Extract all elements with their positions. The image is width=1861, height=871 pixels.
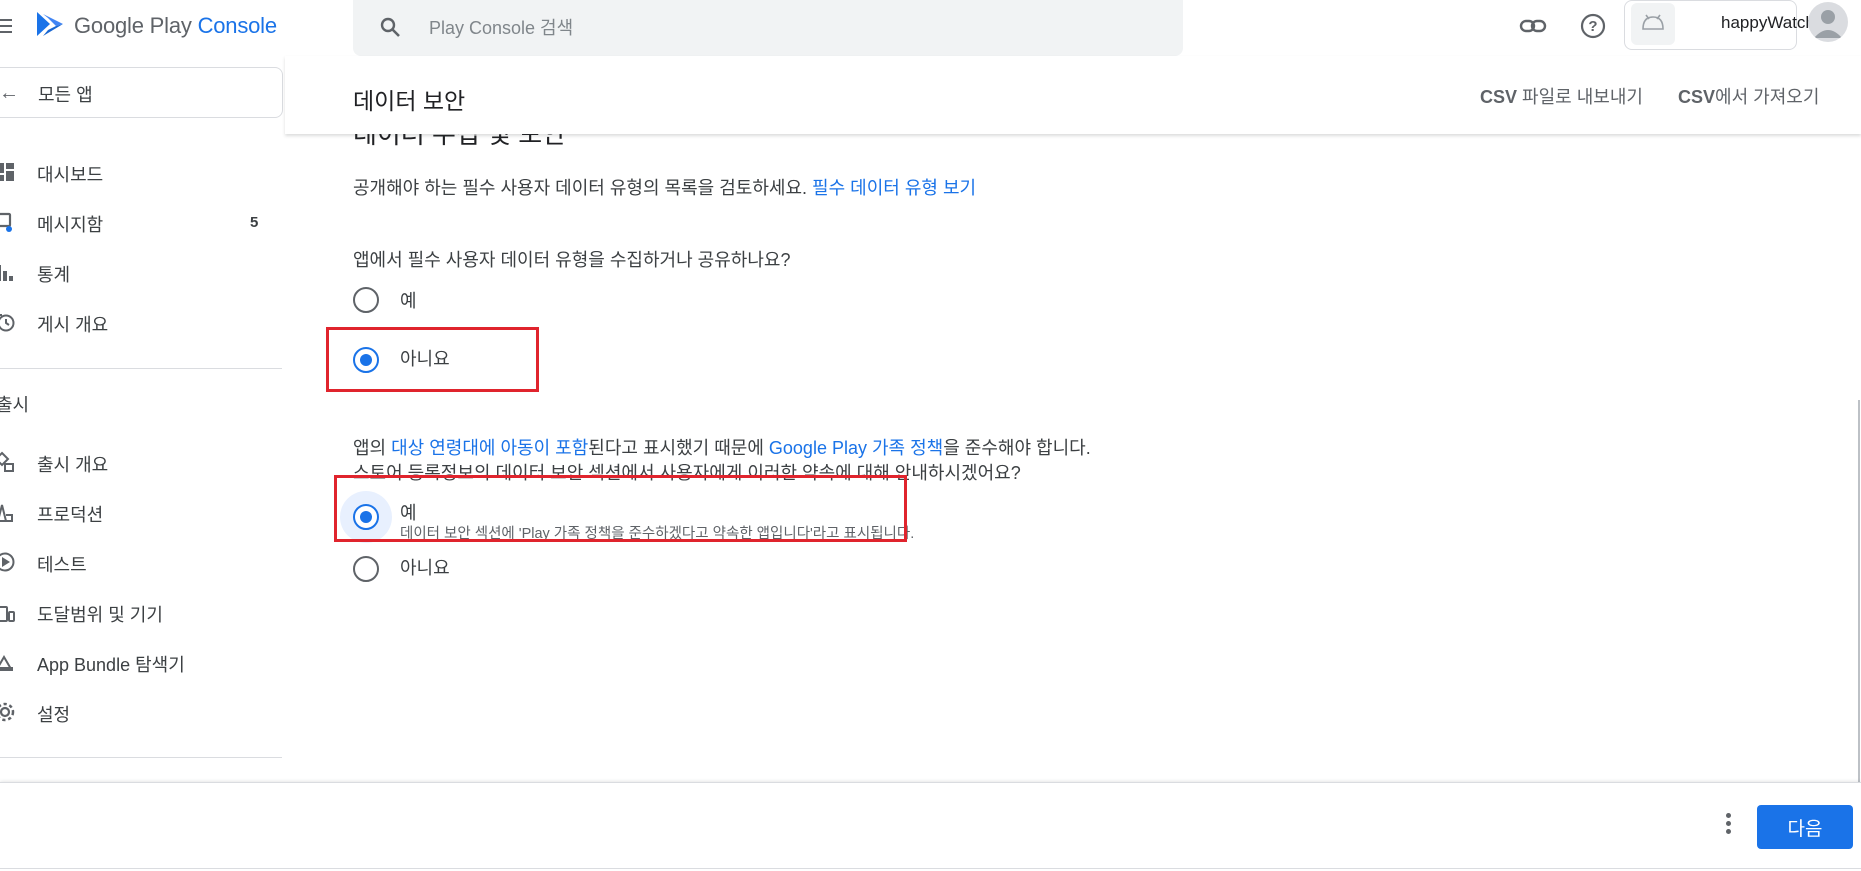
hamburger-menu-icon[interactable] [0, 19, 12, 33]
sidebar-item-label: 테스트 [37, 555, 87, 575]
sidebar-item-testing[interactable]: 테스트 [0, 542, 283, 582]
q1-option-yes[interactable]: 예 [353, 287, 417, 313]
testing-icon [0, 552, 15, 572]
sidebar-divider [0, 757, 282, 758]
q1-yes-label: 예 [400, 291, 417, 311]
help-icon[interactable]: ? [1579, 12, 1607, 40]
search-bar[interactable] [353, 0, 1183, 56]
brand-google-play: Google Play [74, 13, 198, 38]
sidebar-item-reach-devices[interactable]: 도달범위 및 기기 [0, 592, 283, 632]
gear-icon [0, 702, 15, 722]
highlight-box-q1-no [326, 327, 539, 392]
sidebar-item-label: 출시 개요 [37, 455, 109, 475]
sidebar-item-label: 프로덕션 [37, 505, 104, 525]
app-name: happyWatch [1721, 13, 1815, 32]
svg-text:?: ? [1588, 18, 1597, 35]
import-csv-button[interactable]: CSV에서 가져오기 [1678, 83, 1819, 109]
search-input[interactable] [429, 14, 1129, 42]
sidebar-item-label: 대시보드 [37, 165, 104, 185]
q1-yes-radio[interactable] [353, 287, 379, 313]
section-heading: 데이터 수집 및 보안 [353, 134, 567, 149]
families-policy-link[interactable]: Google Play 가족 정책 [769, 438, 943, 458]
highlight-box-q2-yes [334, 475, 907, 542]
export-csv-button[interactable]: CSV 파일로 내보내기 [1480, 83, 1643, 109]
sidebar-item-label: 도달범위 및 기기 [37, 605, 163, 625]
sidebar-item-label: 게시 개요 [37, 315, 109, 335]
sidebar-item-label: App Bundle 탐색기 [37, 655, 185, 675]
main-content: 데이터 수집 및 보안 공개해야 하는 필수 사용자 데이터 유형의 목록을 검… [285, 134, 1861, 782]
publishing-clock-icon [0, 314, 15, 332]
policy-suffix: 을 준수해야 합니다. [943, 438, 1091, 458]
intro-sentence: 공개해야 하는 필수 사용자 데이터 유형의 목록을 검토하세요. [353, 178, 813, 198]
user-avatar-icon [1814, 10, 1842, 38]
sidebar-divider [0, 368, 282, 369]
intro-text: 공개해야 하는 필수 사용자 데이터 유형의 목록을 검토하세요. 필수 데이터… [353, 174, 976, 200]
more-options-icon[interactable] [1717, 813, 1739, 841]
sidebar: Google Play Console ← 모든 앱 대시보드 메시지함 5 통… [0, 0, 285, 782]
q2-option-no[interactable]: 아니요 [353, 556, 450, 582]
android-icon [1642, 14, 1664, 30]
target-age-includes-children-link[interactable]: 대상 연령대에 아동이 포함 [391, 438, 588, 458]
page-header: 데이터 보안 CSV 파일로 내보내기 CSV에서 가져오기 [285, 56, 1861, 134]
sidebar-item-statistics[interactable]: 통계 [0, 252, 283, 292]
sidebar-item-label: 통계 [37, 265, 71, 285]
sidebar-item-label: 설정 [37, 705, 71, 725]
export-csv-rest: 파일로 내보내기 [1517, 87, 1643, 107]
play-console-logo-icon [37, 12, 63, 36]
question-collect-share: 앱에서 필수 사용자 데이터 유형을 수집하거나 공유하나요? [353, 250, 791, 270]
import-csv-bold: CSV [1678, 87, 1716, 107]
sidebar-item-app-bundle-explorer[interactable]: App Bundle 탐색기 [0, 642, 283, 682]
production-icon [0, 504, 13, 522]
inbox-count-badge: 5 [250, 214, 259, 231]
scrollbar[interactable] [1858, 400, 1860, 782]
q2-no-radio[interactable] [353, 556, 379, 582]
sidebar-item-production[interactable]: 프로덕션 [0, 492, 283, 532]
back-arrow-icon: ← [0, 82, 19, 104]
import-csv-rest: 에서 가져오기 [1715, 87, 1820, 107]
search-icon [380, 17, 400, 37]
link-icon[interactable] [1519, 12, 1547, 40]
policy-prefix: 앱의 [353, 438, 392, 458]
inbox-icon [0, 212, 12, 232]
bar-chart-icon [0, 265, 13, 281]
bottom-action-bar: 다음 [0, 782, 1861, 871]
sidebar-item-release-overview[interactable]: 출시 개요 [0, 442, 283, 482]
reach-devices-icon [0, 606, 15, 622]
brand-console: Console [197, 13, 278, 38]
all-apps-button[interactable]: ← 모든 앱 [0, 67, 283, 118]
brand-name[interactable]: Google Play Console [74, 13, 277, 39]
sidebar-item-label: 메시지함 [37, 215, 104, 235]
next-button[interactable]: 다음 [1757, 805, 1853, 849]
sidebar-section-release: 출시 [0, 395, 30, 415]
bottom-divider [0, 868, 1861, 869]
export-csv-bold: CSV [1480, 87, 1518, 107]
sidebar-item-dashboard[interactable]: 대시보드 [0, 152, 283, 192]
policy-middle: 된다고 표시했기 때문에 [588, 438, 769, 458]
bundle-explorer-icon [0, 655, 13, 671]
avatar[interactable] [1808, 2, 1848, 42]
sidebar-item-inbox[interactable]: 메시지함 5 [0, 202, 283, 242]
sidebar-item-publishing-overview[interactable]: 게시 개요 [0, 302, 283, 342]
all-apps-label: 모든 앱 [38, 85, 93, 105]
dashboard-icon [0, 163, 14, 181]
app-switcher-chip[interactable]: happyWatch [1624, 0, 1815, 50]
q2-no-label: 아니요 [400, 558, 450, 578]
app-thumbnail [1631, 3, 1675, 45]
release-overview-icon [0, 451, 14, 472]
sidebar-item-settings[interactable]: 설정 [0, 692, 283, 732]
page-title: 데이터 보안 [353, 88, 466, 114]
view-required-data-types-link[interactable]: 필수 데이터 유형 보기 [812, 178, 976, 198]
